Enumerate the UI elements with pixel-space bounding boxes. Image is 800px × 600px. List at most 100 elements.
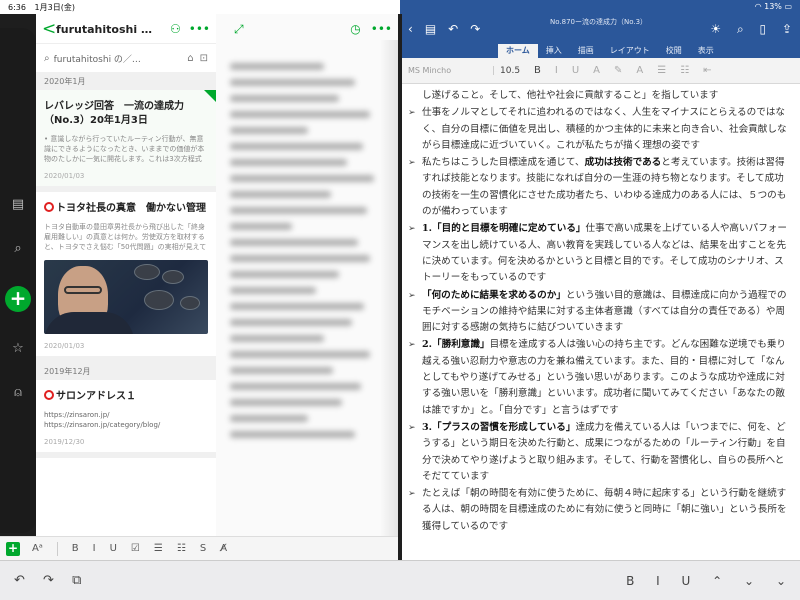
undo-icon[interactable]: ↶ [14,573,25,588]
previous-icon[interactable]: ⌃ [712,574,722,588]
tab-review[interactable]: 校閲 [658,44,690,58]
bullet-arrow-icon: ➢ [408,224,416,235]
italic-button[interactable]: I [555,65,558,76]
bold-text: 成功は技術である [584,157,662,169]
strikethrough-button[interactable]: S [200,543,206,554]
home-icon[interactable]: ⌂ [187,53,193,64]
document-paragraph: ➢ 私たちはこうした目標達成を通じて、成功は技術であると考えています。技術は習得す… [408,155,788,220]
next-icon[interactable]: ⌄ [744,574,754,588]
search-icon: ⌕ [44,52,50,64]
file-icon[interactable]: ▤ [425,22,436,36]
note-snippet: • 意識しながら行っていたルーティン行動が、無意識にできるようになったとき、いま… [44,135,205,163]
bold-button[interactable]: B [534,65,541,76]
clear-format-button[interactable]: A̸ [220,543,227,554]
note-format-toolbar: + Aᵃ B I U ☑ ☰ ☷ S A̸ [0,536,400,560]
note-date: 2020/01/03 [44,342,85,350]
new-note-button[interactable]: + [5,286,31,312]
underline-button[interactable]: U [682,574,691,588]
font-name-field[interactable]: MS Mincho [408,66,494,75]
bold-text: 3.「プラスの習慣を形成している」 [422,421,576,433]
filter-icon[interactable]: ⊡ [200,53,208,64]
highlight-button[interactable]: ✎ [614,65,622,76]
italic-button[interactable]: I [93,543,96,554]
bold-text: 1.「目的と目標を明確に定めている」 [422,223,586,235]
word-app: ‹ ▤ ↶ ↷ No.870ー流の達成力（No.3） ☀ ⌕ ▯ ⇪ ホーム 挿… [400,14,800,560]
blurred-content [216,44,400,457]
note-search-bar[interactable]: ⌕ furutahitoshi の／… ⌂ ⊡ [36,44,216,72]
battery-level: 13% [764,2,782,11]
search-icon[interactable]: ⌕ [737,22,744,36]
hide-keyboard-icon[interactable]: ⌄ [776,574,786,588]
tab-view[interactable]: 表示 [690,44,722,58]
paragraph-text: 仕事をノルマとしてそれに追われるのではなく、人生をマイナスにとらえるのではなく、… [422,107,787,151]
numbered-list-button[interactable]: ☷ [680,65,689,76]
text-style-icon[interactable]: Aᵃ [32,543,43,554]
note-link: https://zinsaron.jp/category/blog/ [44,421,161,429]
more-icon[interactable]: ••• [189,22,210,36]
bullet-list-button[interactable]: ☷ [177,543,186,554]
insert-button[interactable]: + [6,541,20,556]
bullet-arrow-icon: ➢ [408,422,416,433]
document-paragraph: し遂げること。そして、他社や社会に貢献すること」を指しています [422,88,788,104]
italic-button[interactable]: I [656,574,660,588]
underline-button[interactable]: U [110,543,117,554]
paragraph-text: 私たちはこうした目標達成を通じて、 [422,157,585,169]
mobile-view-icon[interactable]: ▯ [760,22,767,36]
wifi-icon: ◠ [754,2,762,11]
add-user-icon[interactable]: ⚇ [170,22,181,36]
checkbox-button[interactable]: ☑ [131,543,140,554]
document-body[interactable]: し遂げること。そして、他社や社会に貢献すること」を指しています ➢ 仕事をノルマとし… [400,84,800,535]
more-icon[interactable]: ••• [371,22,392,36]
back-icon[interactable]: ‹ [408,22,413,36]
reminder-icon[interactable]: ◷ [350,22,360,36]
note-thumbnail-image [44,260,208,334]
paragraph-text: し遂げること。そして、他社や社会に貢献すること」を指しています [422,90,719,101]
expand-icon[interactable]: ⤢ [234,22,244,37]
home-ribbon: MS Mincho 10.5 B I U A ✎ A ☰ ☷ ⇤ [400,58,800,84]
note-date: 2019/12/30 [44,438,85,446]
note-title: サロンアドレス１ [44,390,208,404]
search-input[interactable]: furutahitoshi の／… [54,52,182,65]
note-card[interactable]: レバレッジ回答 一流の達成力（No.3）20年1月3日 • 意識しながら行ってい… [36,90,216,192]
red-circle-icon [44,390,54,400]
tab-draw[interactable]: 描画 [570,44,602,58]
section-header: 2020年1月 [36,72,216,90]
font-size-field[interactable]: 10.5 [500,66,524,76]
notes-icon[interactable]: ▤ [9,196,27,214]
document-paragraph: ➢ たとえば「朝の時間を有効に使うために、毎朝４時に起床する」という行動を継続する… [408,486,788,535]
tab-layout[interactable]: レイアウト [602,44,658,58]
undo-icon[interactable]: ↶ [448,22,458,36]
redo-icon[interactable]: ↷ [470,22,480,36]
font-effects-button[interactable]: A [593,65,600,76]
back-icon[interactable]: < [42,19,56,39]
numbered-list-button[interactable]: ☰ [154,543,163,554]
evernote-sidebar: ▤ ⌕ + ☆ ⍝ [0,28,36,533]
account-icon[interactable]: ⍝ [9,384,27,402]
tab-home[interactable]: ホーム [498,44,538,58]
note-date: 2020/01/03 [44,172,85,180]
search-icon[interactable]: ⌕ [9,240,27,258]
underline-button[interactable]: U [572,65,579,76]
bold-button[interactable]: B [626,574,634,588]
bold-button[interactable]: B [72,543,79,554]
note-card[interactable]: サロンアドレス１ https://zinsaron.jp/ https://zi… [36,380,216,458]
ribbon-tabs: ホーム 挿入 描画 レイアウト 校閲 表示 [400,44,800,58]
share-icon[interactable]: ⇪ [782,22,792,36]
note-list-header: < furutahitoshi の… ⚇ ••• [36,14,216,44]
status-date: 1月3日(金) [34,3,75,12]
split-view-divider[interactable] [398,14,402,560]
font-color-button[interactable]: A [636,65,643,76]
redo-icon[interactable]: ↷ [43,573,54,588]
star-icon[interactable]: ☆ [9,340,27,358]
bullet-list-button[interactable]: ☰ [657,65,666,76]
note-card[interactable]: トヨタ社長の真意 働かない管理 トヨタ自動車の豊田章男社長から飛び出した「終身雇… [36,192,216,362]
status-bar-left: 6:36 1月3日(金) [0,0,400,14]
bullet-arrow-icon: ➢ [408,158,416,169]
document-paragraph: ➢ 3.「プラスの習慣を形成している」達成力を備えている人は「いつまでに、何を、ど… [408,420,788,485]
outdent-button[interactable]: ⇤ [703,65,711,76]
document-paragraph: ➢ 1.「目的と目標を明確に定めている」仕事で高い成果を上げている人や高いパフォー… [408,221,788,286]
paste-icon[interactable]: ⧉ [72,573,81,588]
lightbulb-icon[interactable]: ☀ [710,22,721,36]
tab-insert[interactable]: 挿入 [538,44,570,58]
note-title: トヨタ社長の真意 働かない管理 [44,202,208,216]
